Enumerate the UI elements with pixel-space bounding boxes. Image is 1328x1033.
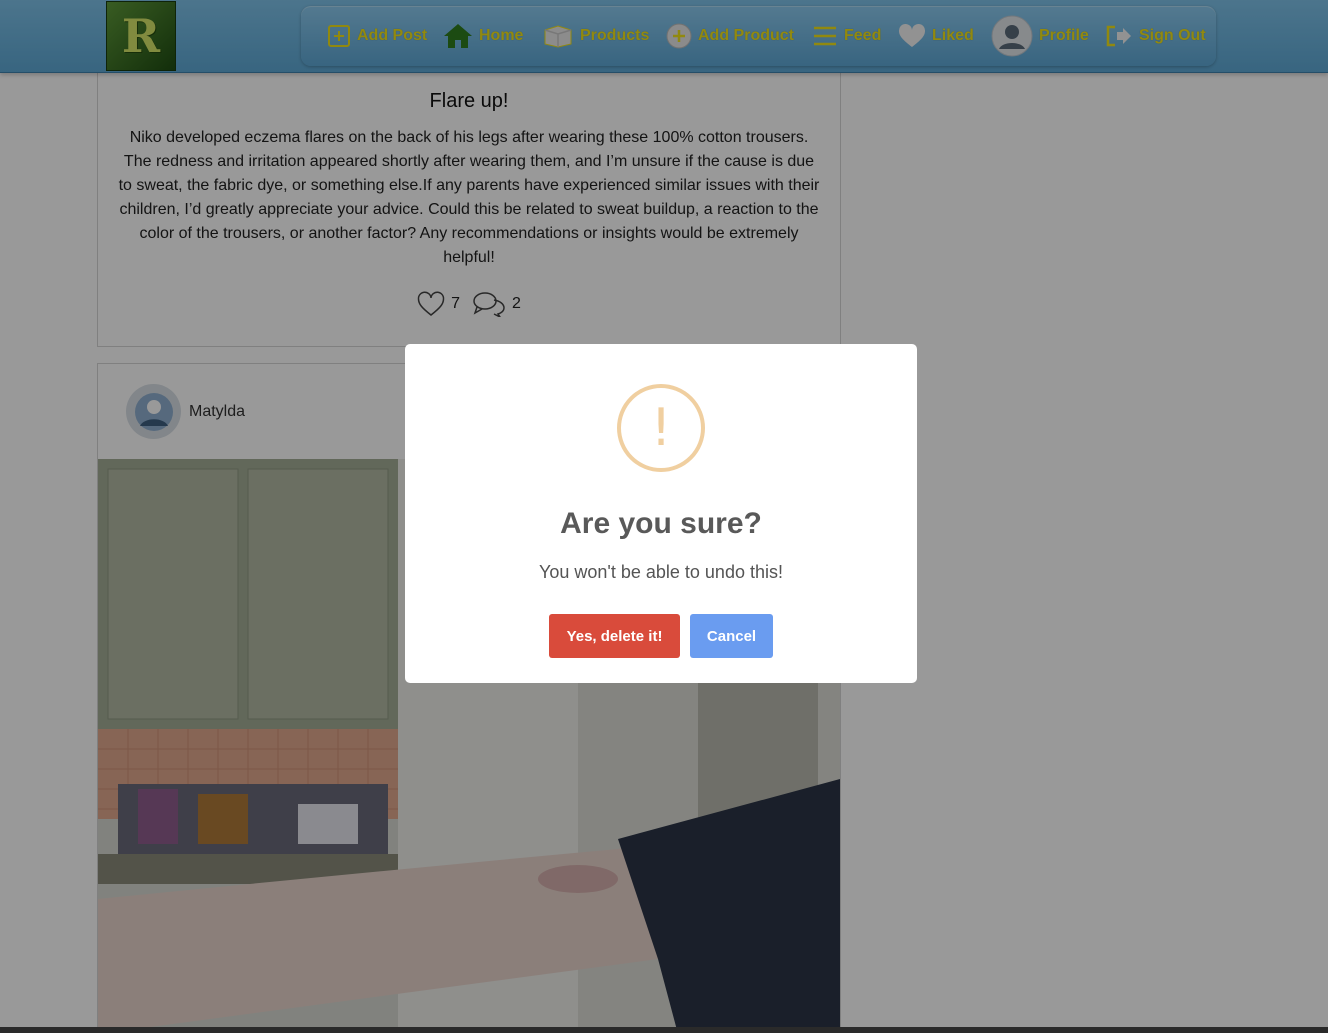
warning-icon: ! (617, 384, 705, 472)
cancel-button[interactable]: Cancel (690, 614, 773, 658)
warning-glyph: ! (650, 398, 672, 458)
dialog-message: You won't be able to undo this! (539, 562, 783, 582)
confirm-delete-button[interactable]: Yes, delete it! (549, 614, 680, 658)
confirm-dialog: ! Are you sure? You won't be able to und… (405, 344, 917, 683)
dialog-title: Are you sure? (560, 507, 762, 540)
page-bottom-bar (0, 1027, 1328, 1033)
